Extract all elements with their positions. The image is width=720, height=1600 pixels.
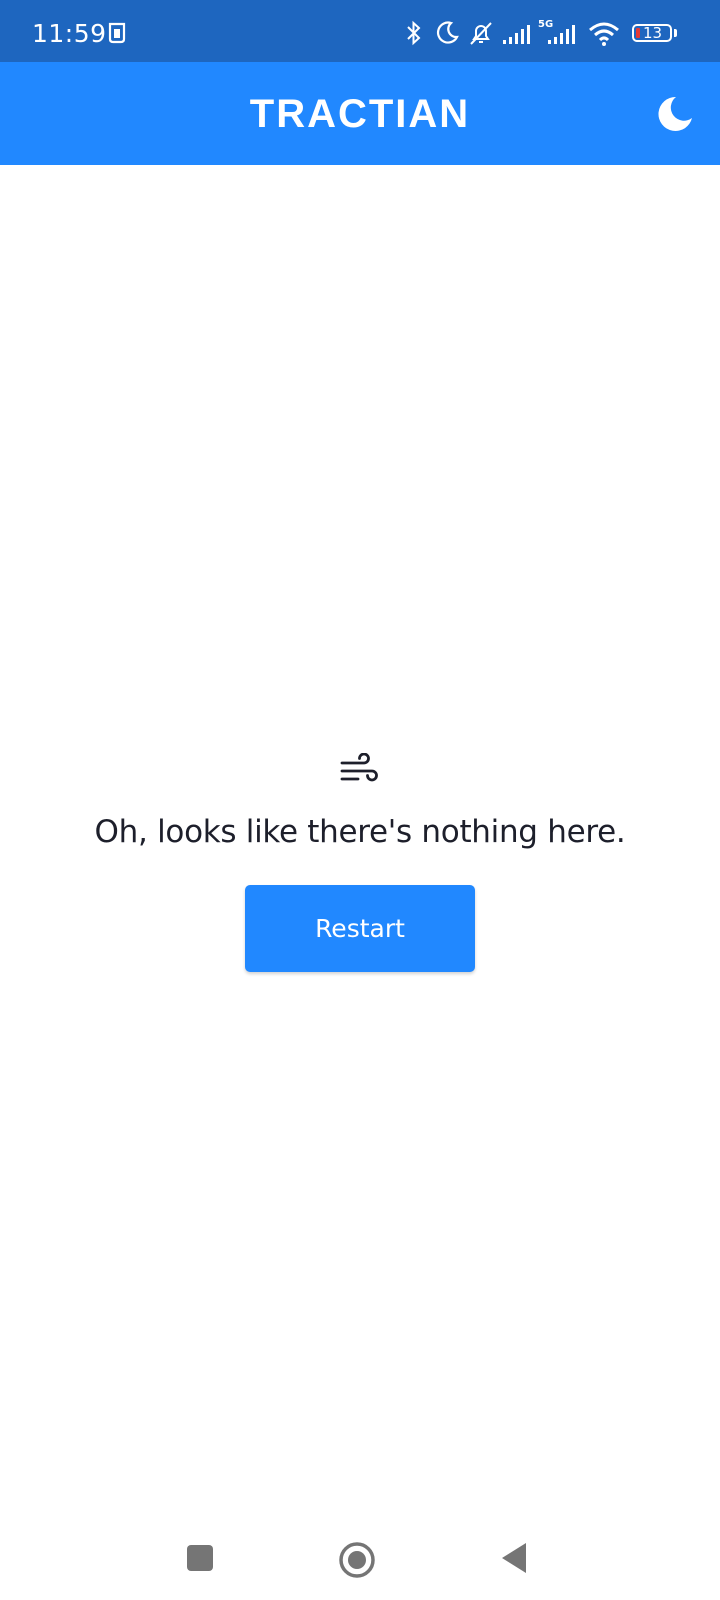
battery-level: 13 (643, 24, 663, 42)
battery-tip (674, 29, 677, 37)
app-bar: TRACTIAN (0, 62, 720, 165)
navigation-bar (0, 1510, 720, 1600)
battery-fill (636, 28, 640, 38)
restart-button[interactable]: Restart (245, 885, 475, 972)
wind-icon (340, 753, 378, 782)
theme-toggle-moon-icon[interactable] (654, 92, 698, 136)
recent-apps-icon[interactable] (186, 1544, 214, 1572)
home-icon[interactable] (338, 1541, 376, 1579)
signal-icon (548, 25, 575, 44)
wifi-icon (589, 22, 619, 46)
back-icon[interactable] (500, 1542, 528, 1574)
status-bar: 11:59 5G 13 (0, 0, 720, 62)
bluetooth-icon (407, 20, 421, 46)
screen: 11:59 5G 13 TRACTIAN Oh, looks like ther… (0, 0, 720, 1600)
bell-off-icon (470, 22, 492, 45)
empty-state-message: Oh, looks like there's nothing here. (94, 814, 626, 850)
moon-icon (436, 21, 459, 44)
status-time: 11:59 (32, 19, 107, 48)
battery-icon: 13 (632, 24, 672, 42)
clipboard-icon (108, 22, 126, 44)
signal-icon (503, 25, 530, 44)
brand-logo: TRACTIAN (249, 92, 471, 136)
